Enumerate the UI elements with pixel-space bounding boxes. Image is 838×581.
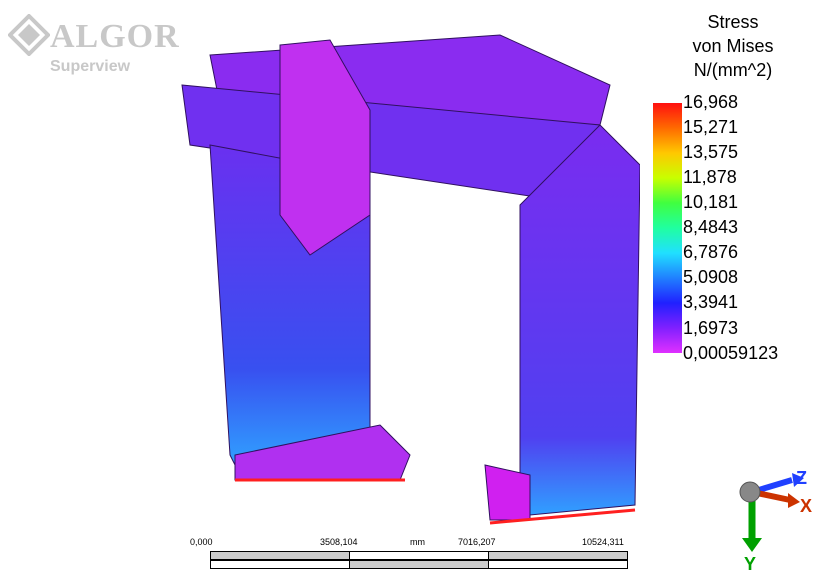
legend-tick: 15,271 bbox=[683, 117, 739, 137]
legend-tick: 11,878 bbox=[683, 167, 737, 187]
logo-brand: ALGOR bbox=[50, 18, 180, 55]
legend-title-line-2: von Mises bbox=[692, 36, 774, 56]
scale-segment bbox=[349, 551, 489, 560]
stress-colorbar bbox=[653, 103, 682, 353]
legend-title-line-3: N/(mm^2) bbox=[693, 60, 773, 80]
scale-label: 10524,311 bbox=[582, 537, 624, 547]
legend-tick: 10,181 bbox=[683, 192, 739, 212]
scale-segment bbox=[488, 560, 628, 569]
scale-label: 3508,104 bbox=[320, 537, 358, 547]
legend-tick: 3,3941 bbox=[683, 292, 739, 312]
legend-title-line-1: Stress bbox=[707, 12, 759, 32]
logo-product: Superview bbox=[50, 58, 131, 75]
scale-segment bbox=[488, 551, 628, 560]
stress-model-render bbox=[181, 34, 640, 525]
algor-diamond-icon bbox=[8, 14, 50, 56]
legend-tick: 5,0908 bbox=[683, 267, 739, 287]
legend-title: Stress von Mises N/(mm^2) bbox=[660, 10, 806, 82]
scale-label: 7016,207 bbox=[458, 537, 496, 547]
axis-z-label: Z bbox=[796, 468, 807, 488]
legend-tick: 6,7876 bbox=[683, 242, 739, 262]
scale-segment bbox=[210, 551, 350, 560]
legend-tick: 1,6973 bbox=[683, 318, 739, 338]
legend-tick: 13,575 bbox=[683, 142, 739, 162]
scale-segment bbox=[349, 560, 489, 569]
scale-unit: mm bbox=[410, 537, 425, 547]
scale-bar: 0,000 3508,104 mm 7016,207 10524,311 bbox=[190, 537, 630, 577]
legend-tick: 16,968 bbox=[683, 92, 739, 112]
scale-segment bbox=[210, 560, 350, 569]
axis-triad-icon: Z X Y bbox=[739, 468, 812, 574]
legend-tick: 0,00059123 bbox=[683, 343, 779, 363]
legend-tick: 8,4843 bbox=[683, 217, 739, 237]
scale-label: 0,000 bbox=[190, 537, 213, 547]
right-base bbox=[484, 464, 531, 521]
axis-x-label: X bbox=[800, 496, 812, 516]
axis-y-label: Y bbox=[744, 554, 756, 574]
